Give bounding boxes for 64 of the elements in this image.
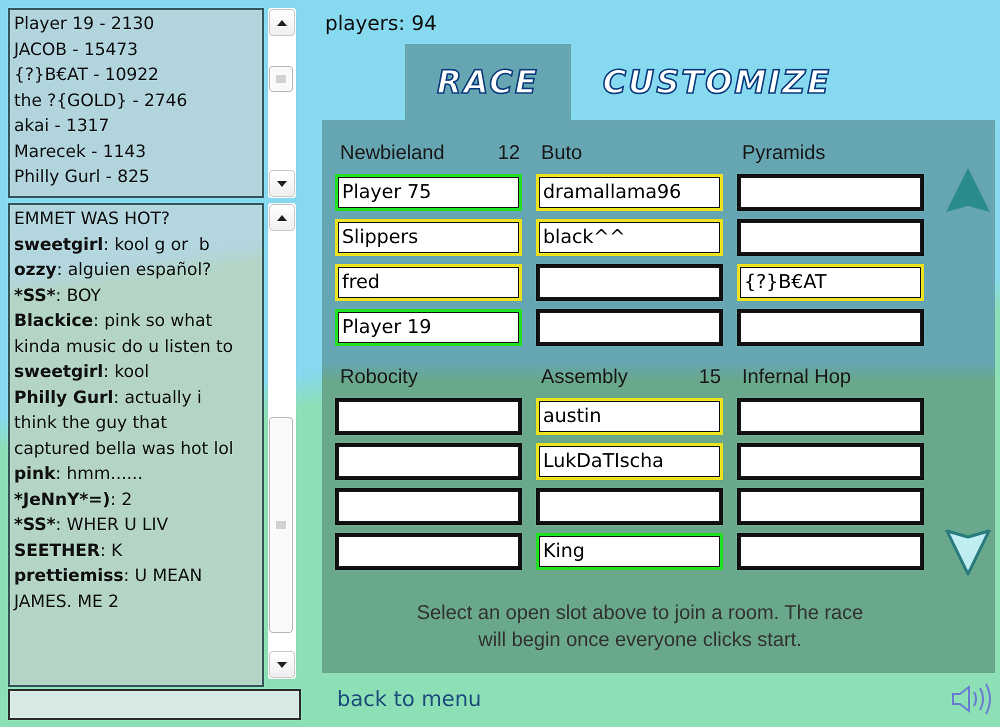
player-count: 15 [698, 365, 721, 390]
room-slot[interactable]: LukDaTIscha [536, 443, 723, 480]
room-slot[interactable]: Player 19 [335, 309, 522, 346]
room-slot[interactable]: Slippers [335, 219, 522, 256]
chat-message: SEETHER: K [14, 540, 124, 562]
chat-message: *SS*: BOY [14, 284, 102, 308]
room-name: Newbieland [340, 141, 445, 166]
chat-message: sweetgirl: kool [14, 361, 150, 384]
scroll-up-button[interactable] [269, 9, 295, 36]
chat-message: EMMET WAS HOT? [14, 208, 171, 231]
leaderboard-entry: JACOB - 15473 [14, 38, 139, 62]
room-slot[interactable] [737, 398, 924, 435]
room-slot[interactable] [737, 443, 924, 480]
scroll-down-button[interactable] [269, 170, 295, 197]
room-slot[interactable] [335, 488, 522, 525]
leaderboard-entry: Marecek - 1143 [14, 140, 148, 164]
room-slot[interactable]: fred [335, 264, 522, 301]
scroll-down-arrow-icon[interactable] [944, 528, 992, 576]
room-slot[interactable] [335, 443, 522, 480]
room-slot[interactable] [335, 533, 522, 570]
room-slot[interactable]: Player 75 [335, 174, 522, 211]
room-slot[interactable]: King [536, 533, 723, 570]
leaderboard-entry: akai - 1317 [14, 115, 110, 138]
leaderboard-entry: {?}B€AT - 10922 [14, 64, 160, 87]
room-slot[interactable] [737, 488, 924, 525]
room-slot[interactable] [737, 309, 924, 346]
room-name: Robocity [340, 365, 418, 390]
room-name: Infernal Hop [742, 365, 851, 390]
room-slot[interactable] [737, 174, 924, 211]
room-name: Assembly [541, 365, 628, 390]
chat-message: *JeNnY*=): 2 [14, 488, 134, 512]
chat-message: prettiemiss: U MEAN JAMES. ME 2 [14, 565, 204, 614]
scroll-thumb[interactable] [269, 66, 293, 92]
leaderboard-entry: the ?{GOLD} - 2746 [14, 90, 188, 112]
chat-message: pink: hmm...... [14, 463, 144, 486]
room-slot[interactable] [536, 309, 723, 346]
room-slot[interactable] [536, 488, 723, 525]
instructions-text: Select an open slot above to join a room. The race will begin once everyone clicks start. [416, 601, 864, 653]
scroll-up-button[interactable] [269, 204, 295, 231]
chat-input-field[interactable] [8, 689, 301, 720]
up-arrow-icon [276, 214, 288, 222]
room-name: Pyramids [742, 141, 826, 166]
room-slot[interactable]: dramallama96 [536, 174, 723, 211]
room-slot[interactable]: {?}B€AT [737, 264, 924, 301]
room-slot[interactable] [737, 219, 924, 256]
chat-message: sweetgirl: kool g or b [14, 234, 211, 256]
player-count: 12 [498, 141, 520, 166]
chat-message: *SS*: WHER U LIV [14, 514, 170, 537]
room-slot[interactable]: austin [536, 398, 723, 435]
scroll-down-button[interactable] [269, 651, 295, 678]
leaderboard-entry: Player 19 - 2130 [14, 13, 156, 36]
chat-message: ozzy: alguien español? [14, 259, 212, 282]
room-name: Buto [541, 141, 582, 166]
players-count: players: 94 [325, 10, 438, 37]
up-arrow-icon [276, 18, 288, 26]
room-slot[interactable] [335, 398, 522, 435]
leaderboard-entry: Philly Gurl - 825 [14, 166, 151, 189]
scroll-thumb[interactable] [269, 417, 293, 633]
back-to-menu-link[interactable]: back to menu [337, 687, 482, 711]
room-slot[interactable] [536, 264, 723, 301]
room-slot[interactable]: black^^ [536, 219, 723, 256]
down-arrow-icon [276, 180, 288, 188]
room-slot[interactable] [737, 533, 924, 570]
down-arrow-icon [276, 660, 288, 668]
